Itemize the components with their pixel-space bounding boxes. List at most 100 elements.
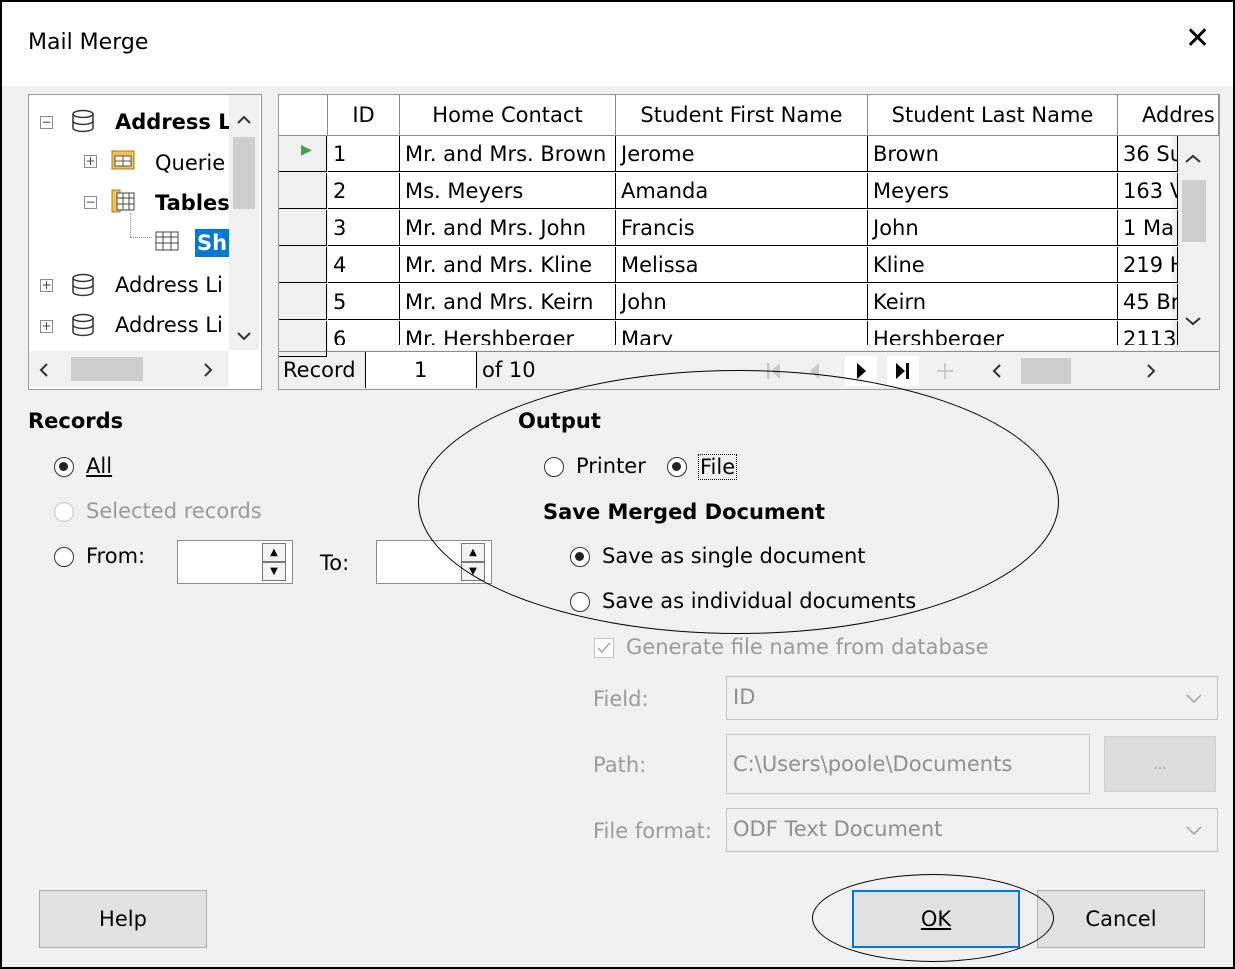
grid-cell[interactable]: Jerome (616, 136, 868, 172)
grid-cell[interactable]: Amanda (616, 173, 868, 209)
scroll-down-icon[interactable] (1184, 316, 1202, 326)
save-individual-label[interactable]: Save as individual documents (602, 589, 916, 613)
data-grid[interactable]: ID Home Contact Student First Name Stude… (278, 94, 1220, 390)
grid-cell[interactable]: Brown (868, 136, 1118, 172)
grid-cell[interactable]: Mr. and Mrs. Brown (400, 136, 616, 172)
previous-record-icon[interactable] (805, 361, 823, 381)
spin-down-icon[interactable]: ▼ (461, 562, 485, 581)
cancel-button[interactable]: Cancel (1037, 890, 1205, 948)
grid-cell[interactable]: Meyers (868, 173, 1118, 209)
records-all-radio[interactable] (54, 457, 74, 477)
tree-horizontal-scrollbar[interactable] (29, 351, 229, 387)
first-record-icon[interactable] (765, 361, 783, 381)
chevron-down-icon[interactable] (1185, 693, 1203, 705)
output-file-label[interactable]: File (698, 454, 738, 480)
row-selector[interactable] (279, 210, 327, 246)
column-header-id[interactable]: ID (328, 95, 400, 135)
selected-records-label[interactable]: Selected records (86, 499, 262, 523)
tree-item-sheet-selected[interactable]: Sh (195, 229, 229, 257)
help-button[interactable]: Help (39, 890, 207, 948)
column-header-last-name[interactable]: Student Last Name (868, 95, 1118, 135)
grid-cell[interactable]: 3 (328, 210, 400, 246)
grid-cell[interactable]: Hershberger (868, 321, 1118, 345)
row-selector[interactable] (279, 284, 327, 320)
row-selector[interactable]: ▶ (279, 136, 327, 172)
expand-icon[interactable]: + (40, 279, 53, 292)
last-record-button[interactable] (887, 356, 919, 386)
column-header-first-name[interactable]: Student First Name (616, 95, 868, 135)
grid-cell[interactable]: Kline (868, 247, 1118, 283)
grid-vertical-scrollbar[interactable] (1172, 136, 1217, 350)
file-format-dropdown[interactable]: ODF Text Document (726, 808, 1218, 852)
ok-button[interactable]: OK (852, 890, 1020, 948)
tree-vscroll-thumb[interactable] (233, 137, 255, 209)
grid-cell[interactable]: 163 V (1118, 173, 1178, 209)
collapse-icon[interactable]: − (84, 196, 97, 209)
grid-cell[interactable]: 2113 (1118, 321, 1178, 345)
scroll-left-icon[interactable] (39, 362, 49, 378)
row-selector[interactable] (279, 321, 327, 357)
grid-cell[interactable]: Mr. and Mrs. John (400, 210, 616, 246)
tree-item-queries[interactable]: Querie (155, 151, 225, 175)
grid-cell[interactable]: 36 Su (1118, 136, 1178, 172)
scroll-up-icon[interactable] (1184, 154, 1202, 164)
close-icon[interactable]: ✕ (1185, 24, 1210, 54)
grid-cell[interactable]: Mary (616, 321, 868, 345)
grid-cell[interactable]: 1 (328, 136, 400, 172)
browse-path-button[interactable]: ... (1104, 736, 1216, 792)
grid-cell[interactable]: John (868, 210, 1118, 246)
grid-hscroll-thumb[interactable] (1021, 358, 1071, 384)
tree-item-tables[interactable]: Tables (155, 191, 230, 215)
grid-cell[interactable]: Melissa (616, 247, 868, 283)
tree-vertical-scrollbar[interactable] (229, 95, 259, 350)
scroll-right-icon[interactable] (203, 362, 213, 378)
new-record-icon[interactable] (935, 361, 955, 381)
grid-cell[interactable]: 45 Br (1118, 284, 1178, 320)
expand-icon[interactable]: + (40, 320, 53, 333)
from-spinbox[interactable]: ▲ ▼ (177, 540, 293, 584)
save-single-label[interactable]: Save as single document (602, 544, 866, 568)
grid-cell[interactable]: Mr. Hershberger (400, 321, 616, 345)
grid-cell[interactable]: Mr. and Mrs. Keirn (400, 284, 616, 320)
column-header-address[interactable]: Addres (1118, 95, 1219, 135)
grid-cell[interactable]: 1 Ma (1118, 210, 1178, 246)
grid-cell[interactable]: 6 (328, 321, 400, 345)
records-from-label[interactable]: From: (86, 544, 145, 568)
tree-hscroll-thumb[interactable] (71, 357, 143, 381)
expand-icon[interactable]: + (84, 155, 97, 168)
chevron-down-icon[interactable] (1185, 825, 1203, 837)
output-printer-radio[interactable] (544, 457, 564, 477)
grid-cell[interactable]: 219 H (1118, 247, 1178, 283)
column-header-home-contact[interactable]: Home Contact (400, 95, 616, 135)
record-number-field[interactable]: 1 (365, 352, 477, 388)
selected-records-radio[interactable] (54, 502, 74, 522)
save-individual-radio[interactable] (570, 592, 590, 612)
scroll-up-icon[interactable] (236, 115, 252, 125)
collapse-icon[interactable]: − (40, 116, 53, 129)
scroll-left-icon[interactable] (991, 363, 1003, 379)
spin-up-icon[interactable]: ▲ (262, 543, 286, 562)
grid-cell[interactable]: Ms. Meyers (400, 173, 616, 209)
to-spinbox[interactable]: ▲ ▼ (376, 540, 492, 584)
grid-cell[interactable]: John (616, 284, 868, 320)
grid-cell[interactable]: 5 (328, 284, 400, 320)
field-dropdown[interactable]: ID (726, 676, 1218, 720)
output-printer-label[interactable]: Printer (576, 454, 646, 478)
save-single-radio[interactable] (570, 547, 590, 567)
row-selector[interactable] (279, 173, 327, 209)
tree-item-address-list-1[interactable]: Address Li (115, 110, 239, 134)
generate-filename-checkbox[interactable] (594, 638, 614, 658)
grid-cell[interactable]: 4 (328, 247, 400, 283)
grid-cell[interactable]: Mr. and Mrs. Kline (400, 247, 616, 283)
scroll-down-icon[interactable] (236, 331, 252, 341)
grid-cell[interactable]: 2 (328, 173, 400, 209)
grid-cell[interactable]: Francis (616, 210, 868, 246)
generate-filename-label[interactable]: Generate file name from database (626, 635, 989, 659)
tree-item-address-list-2[interactable]: Address Li (115, 273, 223, 297)
output-file-radio[interactable] (667, 457, 687, 477)
spin-down-icon[interactable]: ▼ (262, 562, 286, 581)
records-all-label[interactable]: All (86, 454, 112, 478)
grid-cell[interactable]: Keirn (868, 284, 1118, 320)
row-selector[interactable] (279, 247, 327, 283)
records-from-radio[interactable] (54, 547, 74, 567)
